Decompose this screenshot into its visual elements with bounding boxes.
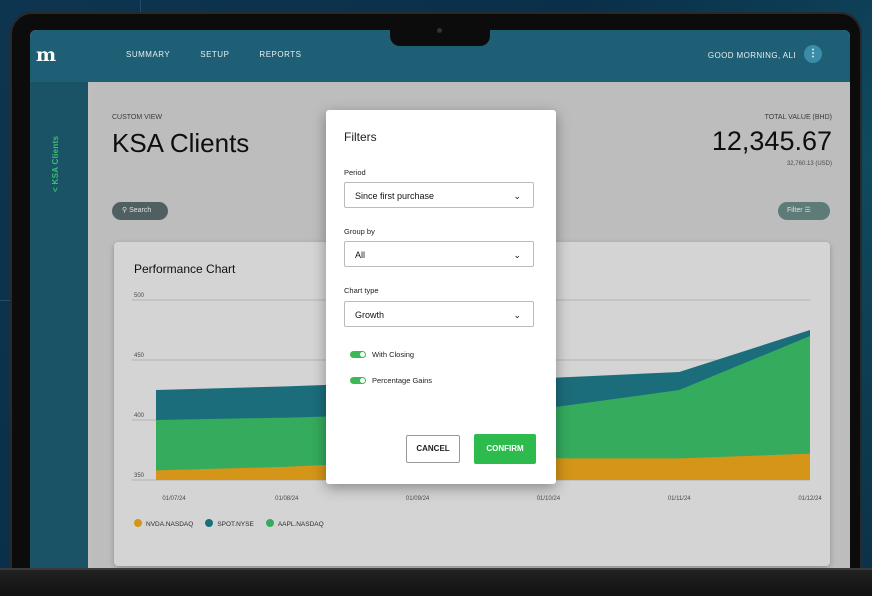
with-closing-toggle[interactable]: With Closing	[350, 350, 414, 359]
user-menu-icon[interactable]: ⋮	[804, 45, 822, 63]
toggle-switch[interactable]	[350, 351, 366, 358]
filters-modal: Filters Period Since first purchase ⌄ Gr…	[326, 110, 556, 484]
chevron-down-icon: ⌄	[513, 310, 521, 320]
percentage-gains-toggle[interactable]: Percentage Gains	[350, 376, 432, 385]
group-by-value: All	[355, 250, 366, 260]
period-value: Since first purchase	[355, 191, 435, 201]
toggle-switch[interactable]	[350, 377, 366, 384]
greeting: GOOD MORNING, ALI	[707, 51, 796, 60]
period-select[interactable]: Since first purchase ⌄	[344, 182, 534, 208]
with-closing-label: With Closing	[372, 350, 415, 359]
nav-summary[interactable]: SUMMARY	[126, 50, 170, 59]
confirm-button[interactable]: CONFIRM	[474, 434, 536, 464]
laptop-base	[0, 568, 872, 596]
camera-notch	[390, 18, 490, 46]
cancel-button[interactable]: CANCEL	[406, 435, 460, 463]
app-logo[interactable]: m	[34, 44, 58, 66]
app-screen: m SUMMARY SETUP REPORTS GOOD MORNING, AL…	[30, 30, 850, 568]
percentage-gains-label: Percentage Gains	[372, 376, 433, 385]
group-by-label: Group by	[344, 227, 375, 236]
nav-reports[interactable]: REPORTS	[259, 50, 301, 59]
chart-type-select[interactable]: Growth ⌄	[344, 301, 534, 327]
group-by-select[interactable]: All ⌄	[344, 241, 534, 267]
chevron-down-icon: ⌄	[513, 191, 521, 201]
nav-setup[interactable]: SETUP	[200, 50, 229, 59]
chevron-down-icon: ⌄	[513, 250, 521, 260]
period-label: Period	[344, 168, 366, 177]
nav-links: SUMMARY SETUP REPORTS	[126, 50, 301, 59]
chart-type-value: Growth	[355, 310, 385, 320]
chart-type-label: Chart type	[344, 286, 379, 295]
modal-title: Filters	[344, 130, 377, 144]
